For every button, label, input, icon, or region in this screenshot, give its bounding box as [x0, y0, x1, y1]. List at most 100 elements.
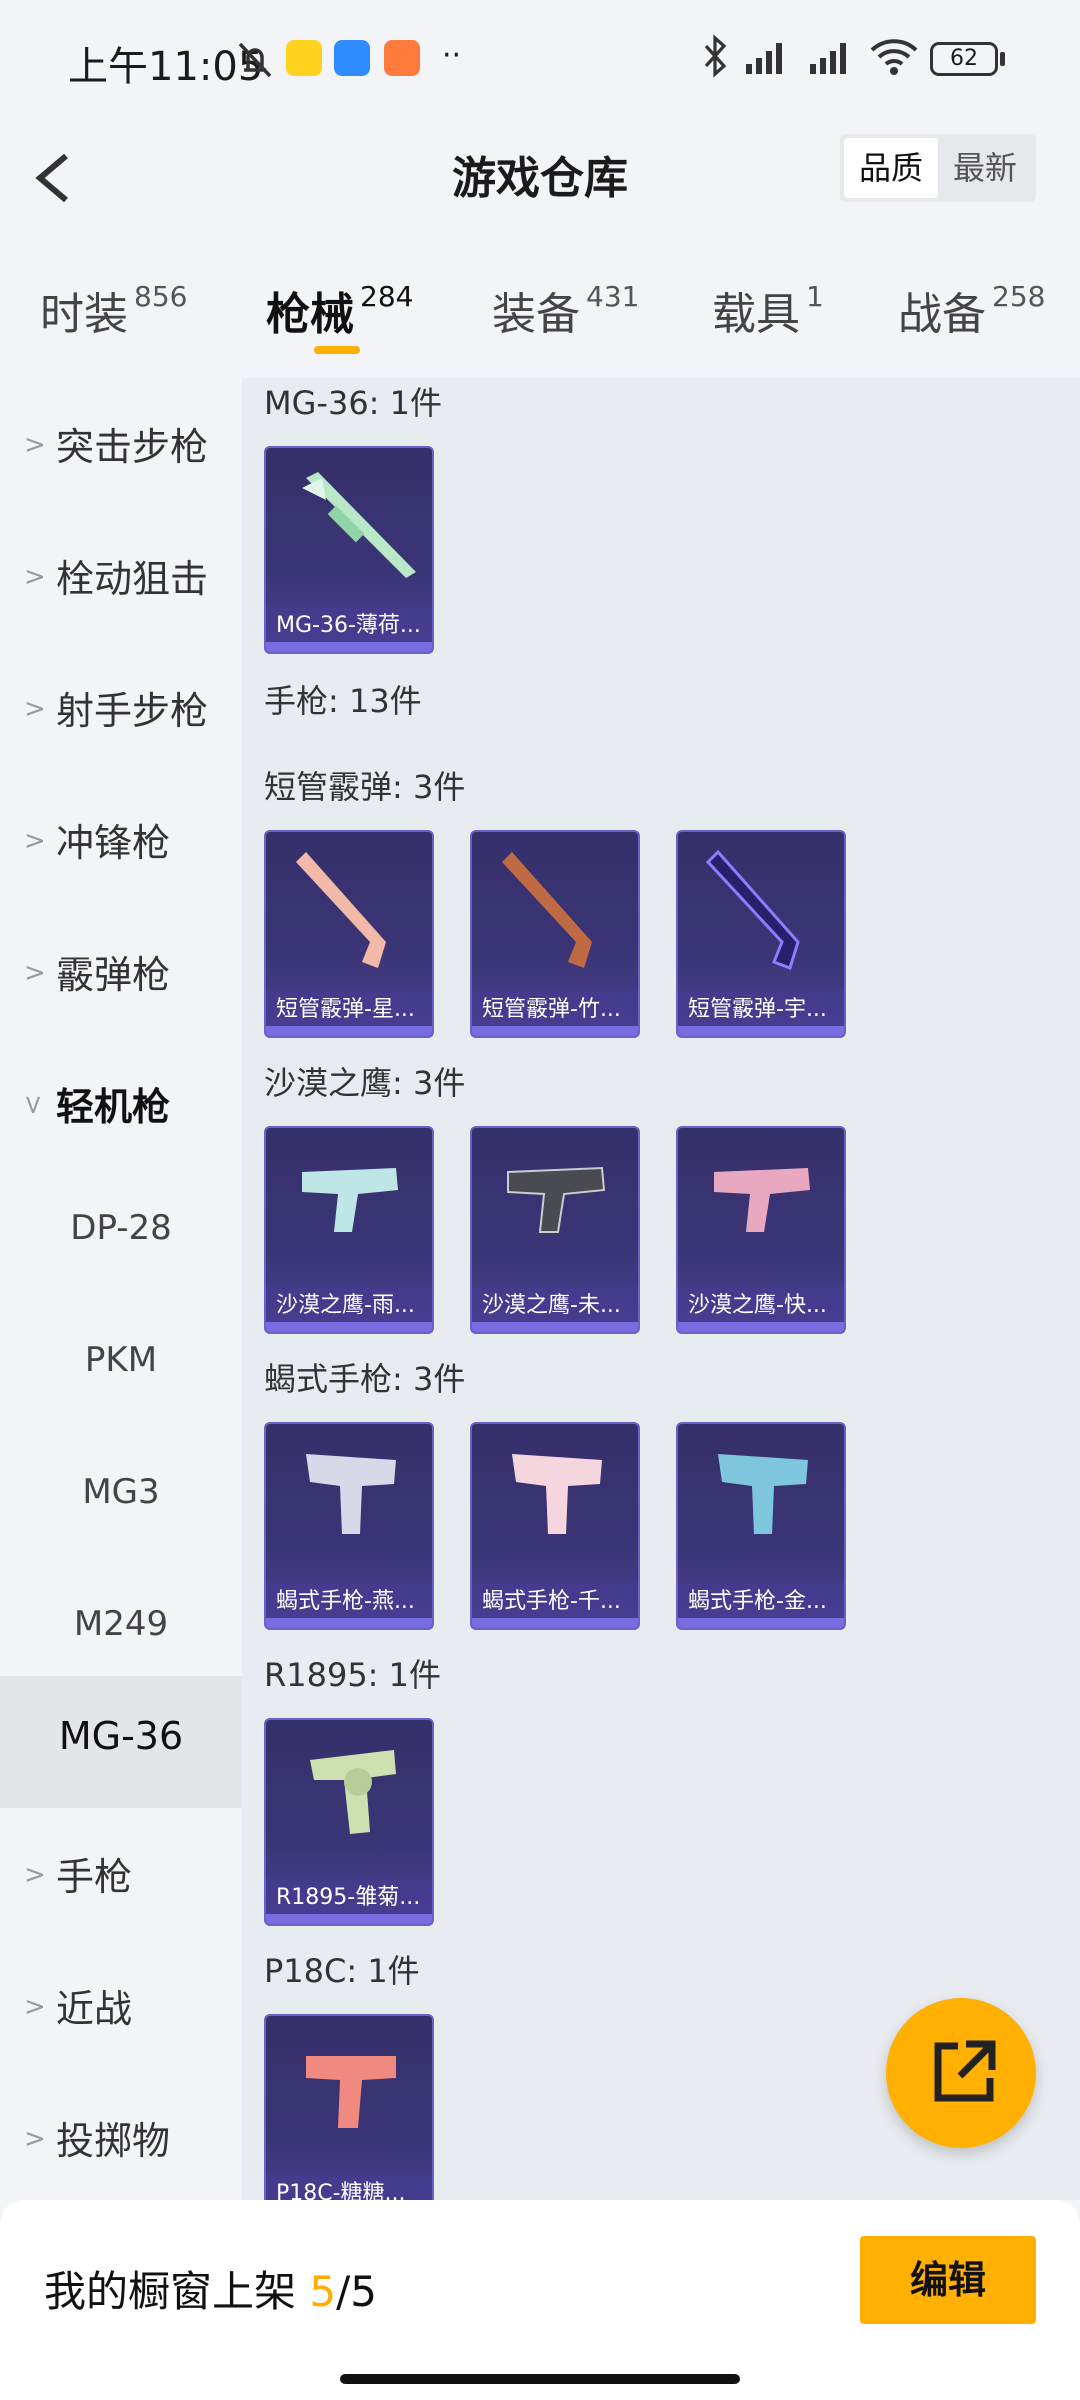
rarity-bar: [472, 1618, 638, 1628]
weapon-card[interactable]: 蝎式手枪-千...: [470, 1422, 640, 1630]
app-notify-icon: [286, 40, 322, 76]
edit-button[interactable]: 编辑: [860, 2236, 1036, 2324]
sidebar-item-marksman[interactable]: > 射手步枪: [0, 642, 242, 774]
wallet-notify-icon: [334, 40, 370, 76]
battery-icon: 62: [930, 42, 998, 76]
sidebar-item-label: 霰弹枪: [56, 953, 171, 997]
weapon-image: [310, 1750, 396, 1834]
weapon-card[interactable]: P18C-糖糖...: [264, 2014, 434, 2200]
sidebar-item-label: 栓动狙击: [56, 557, 209, 601]
weapon-name: P18C-糖糖...: [266, 2174, 432, 2200]
sidebar-item-bolt-sniper[interactable]: > 栓动狙击: [0, 510, 242, 642]
sort-toggle: 品质 最新: [840, 134, 1036, 202]
weapon-type-sidebar: > 突击步枪 > 栓动狙击 > 射手步枪 > 冲锋枪 > 霰弹枪 > 轻机枪 D…: [0, 378, 242, 2200]
weapon-name: 沙漠之鹰-未...: [472, 1286, 638, 1326]
section-title: R1895: 1件: [264, 1656, 441, 1694]
showcase-bar: 我的橱窗上架 5/5 编辑: [0, 2200, 1080, 2400]
weapon-image: [705, 849, 800, 970]
battery-tip: [1000, 52, 1005, 66]
section-title: 手枪: 13件: [264, 682, 422, 720]
sidebar-subitem-mg3[interactable]: MG3: [0, 1434, 242, 1566]
share-fab-button[interactable]: [886, 1998, 1036, 2148]
sidebar-item-lmg[interactable]: > 轻机枪: [0, 1038, 242, 1170]
tab-label: 装备: [492, 289, 580, 340]
tab-gear[interactable]: 装备 431: [492, 278, 639, 342]
category-tabs: 时装 856 枪械 284 装备 431 载具 1 战备 258: [0, 248, 1080, 368]
sidebar-item-pistol[interactable]: > 手枪: [0, 1808, 242, 1940]
weapon-image: [507, 1166, 606, 1233]
section-title: P18C: 1件: [264, 1952, 420, 1990]
share-external-icon: [934, 2040, 996, 2102]
rarity-bar: [266, 1322, 432, 1332]
weapon-card[interactable]: 短管霰弹-宇...: [676, 830, 846, 1038]
weapon-card[interactable]: 短管霰弹-星...: [264, 830, 434, 1038]
sidebar-item-label: M249: [73, 1604, 169, 1644]
sidebar-item-assault-rifle[interactable]: > 突击步枪: [0, 378, 242, 510]
tab-vehicles[interactable]: 载具 1: [712, 278, 824, 342]
status-bar: 上午11:05 ·· 62: [0, 0, 1080, 120]
sidebar-item-smg[interactable]: > 冲锋枪: [0, 774, 242, 906]
rarity-bar: [678, 1026, 844, 1036]
weapon-card[interactable]: 蝎式手枪-金...: [676, 1422, 846, 1630]
sidebar-item-label: DP-28: [70, 1208, 172, 1248]
sidebar-item-throwable[interactable]: > 投掷物: [0, 2072, 242, 2204]
weapon-card[interactable]: 沙漠之鹰-雨...: [264, 1126, 434, 1334]
showcase-sep: /: [336, 2267, 351, 2316]
tab-count: 1: [806, 280, 824, 313]
sidebar-subitem-dp28[interactable]: DP-28: [0, 1170, 242, 1302]
tab-label: 枪械: [266, 289, 354, 340]
tab-label: 载具: [712, 289, 800, 340]
weapon-image: [512, 1454, 602, 1534]
tab-supplies[interactable]: 战备 258: [898, 278, 1045, 342]
weapon-grid: MG-36: 1件 MG-36-薄荷... 手枪: 13件 短管霰弹: 3件 短…: [242, 378, 1080, 2200]
weapon-card[interactable]: 短管霰弹-竹...: [470, 830, 640, 1038]
sidebar-item-label: 手枪: [56, 1855, 133, 1899]
section-title: 蝎式手枪: 3件: [264, 1360, 466, 1398]
weapon-name: 短管霰弹-竹...: [472, 990, 638, 1030]
tab-count: 856: [134, 280, 188, 313]
tab-label: 时装: [40, 289, 128, 340]
active-tab-indicator: [314, 346, 360, 354]
section-title: 短管霰弹: 3件: [264, 768, 466, 806]
weapon-image: [714, 1168, 810, 1232]
weapon-card[interactable]: 蝎式手枪-燕...: [264, 1422, 434, 1630]
shop-notify-icon: [384, 40, 420, 76]
weapon-card[interactable]: R1895-雏菊...: [264, 1718, 434, 1926]
signal-icon: [746, 43, 782, 74]
weapon-name: 蝎式手枪-燕...: [266, 1582, 432, 1622]
weapon-card[interactable]: 沙漠之鹰-快...: [676, 1126, 846, 1334]
sidebar-item-melee[interactable]: > 近战: [0, 1940, 242, 2072]
sidebar-item-label: MG3: [82, 1472, 160, 1512]
tab-fashion[interactable]: 时装 856: [40, 278, 187, 342]
weapon-image: [718, 1454, 808, 1534]
weapon-card[interactable]: MG-36-薄荷...: [264, 446, 434, 654]
chevron-right-icon: >: [24, 1992, 46, 2022]
header: 游戏仓库 品质 最新: [0, 120, 1080, 232]
weapon-name: R1895-雏菊...: [266, 1878, 432, 1918]
rarity-bar: [266, 642, 432, 652]
sort-latest-button[interactable]: 最新: [938, 138, 1032, 198]
bluetooth-icon: [704, 34, 727, 78]
rarity-bar: [472, 1322, 638, 1332]
sidebar-item-shotgun[interactable]: > 霰弹枪: [0, 906, 242, 1038]
sidebar-item-label: 投掷物: [56, 2119, 171, 2163]
weapon-name: 蝎式手枪-千...: [472, 1582, 638, 1622]
battery-level: 62: [950, 46, 978, 71]
tab-count: 258: [992, 280, 1046, 313]
home-indicator[interactable]: [340, 2374, 740, 2384]
weapon-card[interactable]: 沙漠之鹰-未...: [470, 1126, 640, 1334]
section-title: MG-36: 1件: [264, 384, 442, 422]
weapon-name: 沙漠之鹰-雨...: [266, 1286, 432, 1326]
weapon-image: [302, 1168, 398, 1232]
sort-quality-button[interactable]: 品质: [844, 138, 938, 198]
tab-label: 战备: [898, 289, 986, 340]
sidebar-subitem-mg36[interactable]: MG-36: [0, 1676, 242, 1808]
sidebar-subitem-pkm[interactable]: PKM: [0, 1302, 242, 1434]
rarity-bar: [678, 1322, 844, 1332]
showcase-status: 我的橱窗上架 5/5: [44, 2258, 377, 2319]
chevron-right-icon: >: [24, 2124, 46, 2154]
tab-guns[interactable]: 枪械 284: [266, 278, 413, 342]
sidebar-item-label: MG-36: [58, 1714, 184, 1758]
signal-2-icon: [810, 43, 846, 74]
sidebar-item-label: 冲锋枪: [56, 821, 171, 865]
